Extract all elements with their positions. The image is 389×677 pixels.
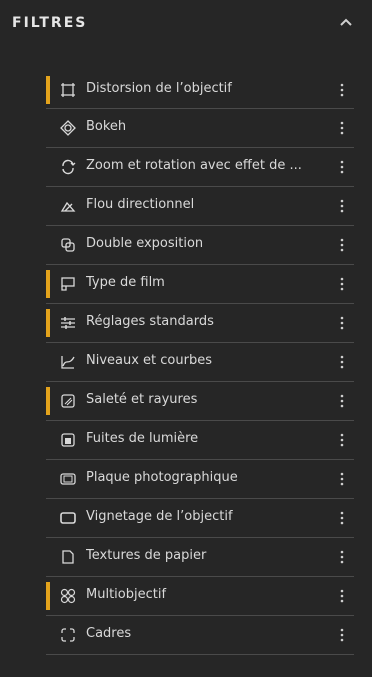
filter-item[interactable]: Plaque photographique <box>46 460 354 499</box>
filter-item[interactable]: Type de film <box>46 265 354 304</box>
kebab-menu-icon[interactable] <box>339 588 345 604</box>
adjustments-icon <box>60 315 76 331</box>
filter-item[interactable]: Saleté et rayures <box>46 382 354 421</box>
film-type-icon <box>60 276 76 292</box>
filter-item[interactable]: Fuites de lumière <box>46 421 354 460</box>
frame-corners-icon <box>60 82 76 98</box>
double-exposure-icon <box>60 237 76 253</box>
filter-item[interactable]: Multiobjectif <box>46 577 354 616</box>
kebab-menu-icon[interactable] <box>339 120 345 136</box>
filter-label: Saleté et rayures <box>86 392 198 407</box>
motion-blur-icon <box>60 198 76 214</box>
levels-curves-icon <box>60 354 76 370</box>
kebab-menu-icon[interactable] <box>339 432 345 448</box>
filter-list: Distorsion de l’objectif Bokeh Zoom et rot… <box>46 71 354 655</box>
filter-label: Vignetage de l’objectif <box>86 509 233 524</box>
filter-item[interactable]: Flou directionnel <box>46 187 354 226</box>
filter-item[interactable]: Vignetage de l’objectif <box>46 499 354 538</box>
bokeh-icon <box>60 120 76 136</box>
filter-label: Zoom et rotation avec effet de ... <box>86 158 302 173</box>
frames-icon <box>60 627 76 643</box>
filter-item[interactable]: Cadres <box>46 616 354 655</box>
filter-item[interactable]: Bokeh <box>46 109 354 148</box>
vignette-icon <box>60 510 76 526</box>
chevron-up-icon[interactable] <box>336 14 356 30</box>
dirt-scratches-icon <box>60 393 76 409</box>
filter-item[interactable]: Textures de papier <box>46 538 354 577</box>
filter-label: Double exposition <box>86 236 204 251</box>
kebab-menu-icon[interactable] <box>339 159 345 175</box>
active-indicator <box>46 270 50 298</box>
paper-texture-icon <box>60 549 76 565</box>
kebab-menu-icon[interactable] <box>339 510 345 526</box>
filter-item[interactable]: Zoom et rotation avec effet de ... <box>46 148 354 187</box>
active-indicator <box>46 76 50 104</box>
kebab-menu-icon[interactable] <box>339 315 345 331</box>
light-leak-icon <box>60 432 76 448</box>
active-indicator <box>46 582 50 610</box>
kebab-menu-icon[interactable] <box>339 237 345 253</box>
rotate-arrows-icon <box>60 159 76 175</box>
filter-label: Type de film <box>86 275 165 290</box>
filter-item[interactable]: Réglages standards <box>46 304 354 343</box>
kebab-menu-icon[interactable] <box>339 549 345 565</box>
filter-label: Bokeh <box>86 119 127 134</box>
filters-panel: FILTRES Distorsion de l’objectif Bokeh Zoo… <box>0 0 372 677</box>
kebab-menu-icon[interactable] <box>339 276 345 292</box>
photo-plate-icon <box>60 471 76 487</box>
filter-label: Réglages standards <box>86 314 214 329</box>
kebab-menu-icon[interactable] <box>339 354 345 370</box>
filter-item[interactable]: Double exposition <box>46 226 354 265</box>
kebab-menu-icon[interactable] <box>339 627 345 643</box>
panel-header[interactable]: FILTRES <box>0 0 372 48</box>
filter-label: Multiobjectif <box>86 587 167 602</box>
filter-label: Fuites de lumière <box>86 431 199 446</box>
filter-label: Flou directionnel <box>86 197 195 212</box>
filter-label: Niveaux et courbes <box>86 353 212 368</box>
filter-label: Cadres <box>86 626 132 641</box>
active-indicator <box>46 309 50 337</box>
panel-title: FILTRES <box>12 15 88 31</box>
filter-item[interactable]: Distorsion de l’objectif <box>46 71 354 109</box>
filter-item[interactable]: Niveaux et courbes <box>46 343 354 382</box>
filter-label: Textures de papier <box>86 548 207 563</box>
multilens-icon <box>60 588 76 604</box>
active-indicator <box>46 387 50 415</box>
kebab-menu-icon[interactable] <box>339 393 345 409</box>
filter-label: Plaque photographique <box>86 470 238 485</box>
kebab-menu-icon[interactable] <box>339 82 345 98</box>
kebab-menu-icon[interactable] <box>339 471 345 487</box>
filter-label: Distorsion de l’objectif <box>86 81 232 96</box>
kebab-menu-icon[interactable] <box>339 198 345 214</box>
